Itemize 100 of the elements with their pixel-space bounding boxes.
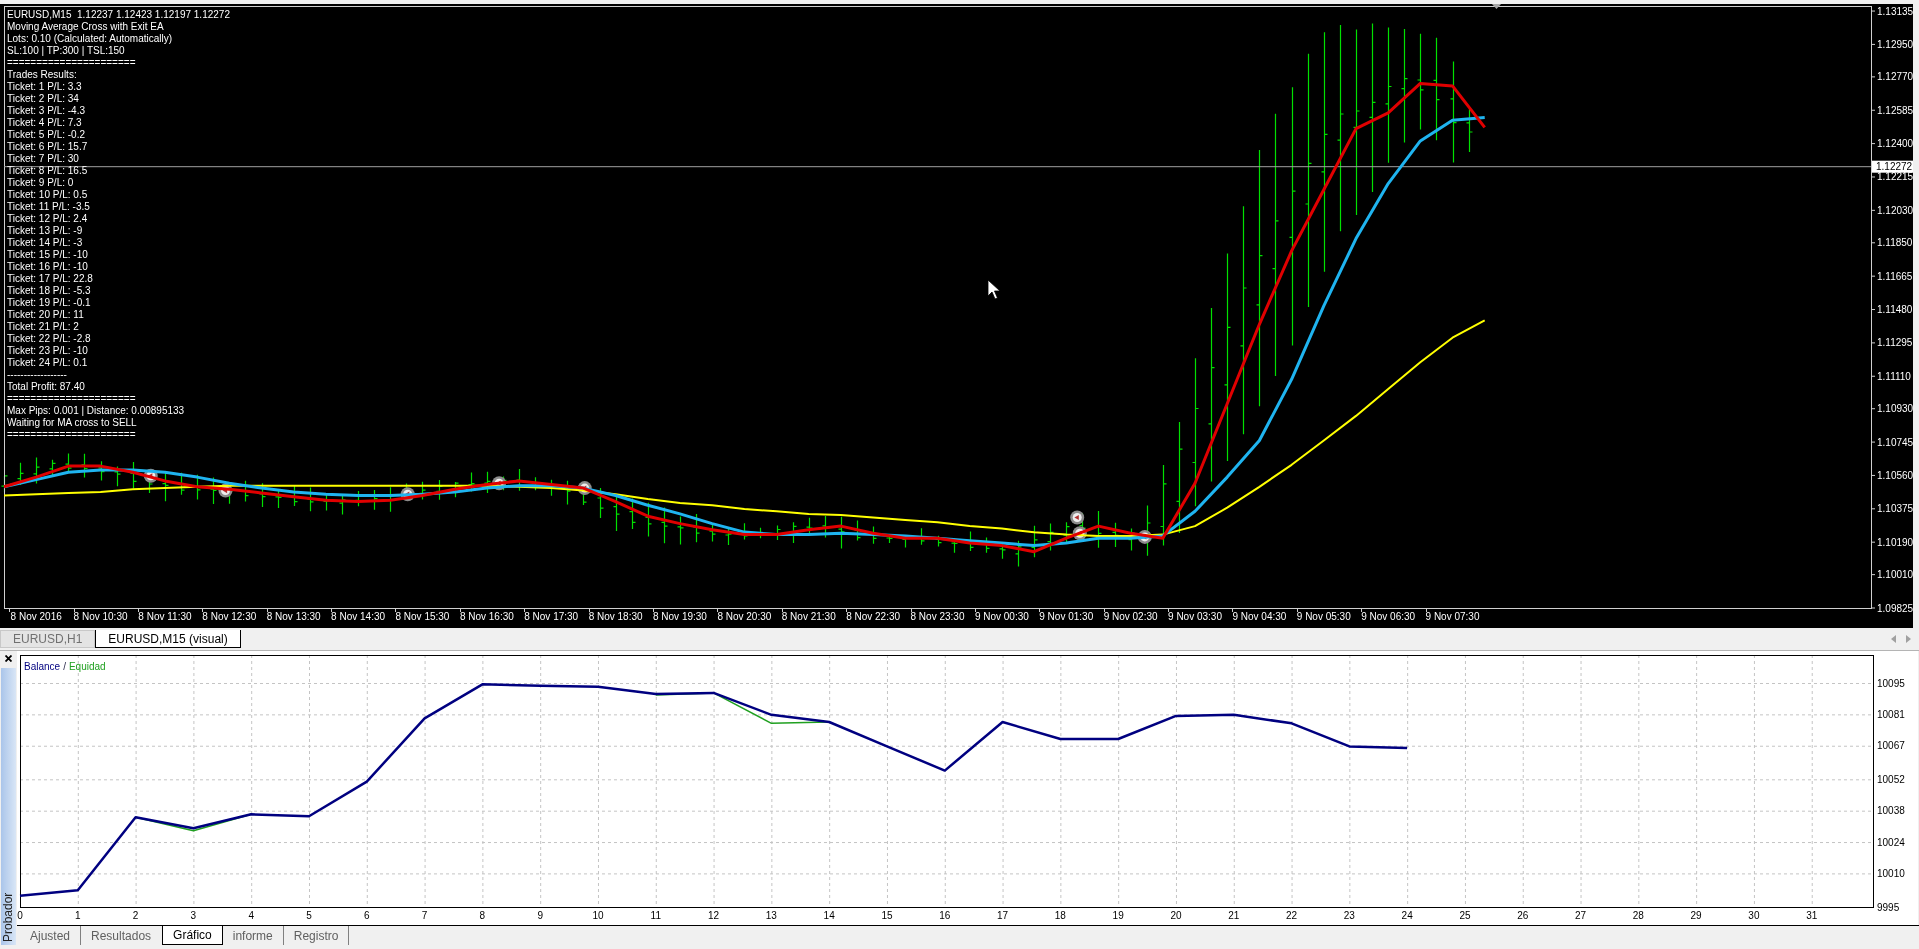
info-line: Moving Average Cross with Exit EA [7,21,164,33]
tester-tab[interactable]: informe [222,926,284,945]
x-axis-label: 6 [364,910,370,921]
triangle-marker-icon[interactable] [1492,4,1501,9]
price-axis-label: 1.10560 [1877,469,1913,481]
time-axis-label: 8 Nov 17:30 [524,611,579,622]
trade-marker-icon [400,487,415,502]
info-line: Waiting for MA cross to SELL [7,417,137,429]
price-axis-label: 1.11850 [1877,237,1913,249]
info-line: Ticket: 23 P/L: -10 [7,345,88,357]
x-axis-label: 22 [1286,910,1298,921]
current-price-label: 1.12272 [1872,160,1913,173]
price-axis-label: 1.10745 [1877,436,1913,448]
x-axis-label: 19 [1112,910,1124,921]
price-axis-label: 1.11665 [1877,270,1913,282]
info-line: ====================== [7,57,136,69]
info-line: Ticket: 2 P/L: 34 [7,93,79,105]
time-axis-label: 8 Nov 14:30 [331,611,386,622]
time-axis-label: 8 Nov 19:30 [653,611,707,622]
y-axis-label: 10010 [1877,867,1905,879]
time-axis-label: 8 Nov 22:30 [846,611,901,622]
x-axis-label: 10 [592,910,604,921]
tester-tab[interactable]: Ajusted [20,926,82,945]
tester-tab[interactable]: Resultados [81,926,163,945]
info-line: Ticket: 5 P/L: -0.2 [7,129,85,141]
x-axis-label: 1 [75,910,81,921]
trade-marker-icon [1070,510,1085,525]
x-axis-label: 26 [1517,910,1529,921]
y-axis-label: 10095 [1877,677,1905,689]
trade-marker-icon [218,483,233,498]
info-line: Trades Results: [7,69,77,81]
x-axis-label: 4 [248,910,254,921]
price-axis-label: 1.12400 [1877,138,1913,150]
info-line: Ticket: 15 P/L: -10 [7,249,88,261]
tester-tab[interactable]: Registro [283,926,350,945]
price-axis-label: 1.12585 [1877,104,1913,116]
price-axis-label: 1.09825 [1877,602,1913,614]
price-axis-label: 1.12770 [1877,71,1913,83]
time-axis-label: 9 Nov 07:30 [1425,611,1480,622]
info-line: Ticket: 22 P/L: -2.8 [7,333,91,345]
time-axis-label: 9 Nov 00:30 [974,611,1029,622]
time-axis-label: 9 Nov 03:30 [1168,611,1222,622]
y-axis-label: 10024 [1877,836,1905,848]
x-axis-label: 21 [1228,910,1240,921]
trade-marker-icon [1072,526,1087,541]
tester-side-tab[interactable]: Probador [1,668,16,945]
chart-tab[interactable]: EURUSD,M15 (visual) [95,630,241,648]
price-axis-label: 1.11295 [1877,337,1913,349]
info-line: Ticket: 9 P/L: 0 [7,177,74,189]
x-axis-label: 7 [421,910,428,921]
tester-tab[interactable]: Gráfico [162,926,223,945]
x-axis-label: 25 [1459,910,1471,921]
info-line: Ticket: 16 P/L: -10 [7,261,88,273]
trade-marker-icon [577,481,592,496]
x-axis-label: 23 [1343,910,1355,921]
info-line: Ticket: 8 P/L: 16.5 [7,165,88,177]
y-axis-label: 10081 [1877,708,1905,720]
info-line: Ticket: 17 P/L: 22.8 [7,273,93,285]
time-axis-label: 8 Nov 23:30 [910,611,965,622]
info-line: Ticket: 21 P/L: 2 [7,321,79,333]
time-axis-label: 8 Nov 2016 [10,611,62,622]
y-axis-label: 10067 [1877,740,1905,752]
x-axis-label: 17 [997,910,1009,921]
x-axis-label: 31 [1806,910,1818,921]
time-axis-label: 8 Nov 18:30 [588,611,643,622]
x-axis-label: 15 [881,910,893,921]
info-line: Ticket: 11 P/L: -3.5 [7,201,90,213]
time-axis-label: 9 Nov 04:30 [1232,611,1287,622]
info-line: SL:100 | TP:300 | TSL:150 [7,45,125,57]
x-axis-label: 14 [823,910,835,921]
close-icon[interactable] [5,655,12,662]
info-line: ------------------ [7,369,67,381]
price-axis-label: 1.12030 [1877,204,1913,216]
info-line: Lots: 0.10 (Calculated: Automatically) [7,33,173,45]
x-axis-label: 13 [765,910,777,921]
y-axis-label: 10038 [1877,805,1905,817]
time-axis-label: 8 Nov 10:30 [73,611,128,622]
time-axis-label: 8 Nov 15:30 [395,611,450,622]
x-axis-label: 9 [537,910,543,921]
time-axis-label: 8 Nov 20:30 [717,611,772,622]
legend-separator: / [63,661,66,673]
info-line: Ticket: 14 P/L: -3 [7,237,83,249]
info-line: EURUSD,M15 1.12237 1.12423 1.12197 1.12272 [7,9,230,21]
x-axis-label: 2 [132,910,139,921]
info-line: Ticket: 10 P/L: 0.5 [7,189,88,201]
x-axis-label: 20 [1170,910,1182,921]
x-axis-label: 12 [708,910,720,921]
x-axis-label: 16 [939,910,951,921]
price-axis-label: 1.10375 [1877,503,1913,515]
time-axis-label: 8 Nov 11:30 [138,611,192,622]
chart-tab[interactable]: EURUSD,H1 [0,630,96,648]
legend-label: Balance [24,661,61,673]
info-line: Ticket: 6 P/L: 15.7 [7,141,88,153]
x-axis-label: 24 [1401,910,1413,921]
x-axis-label: 0 [17,910,23,921]
price-axis-label: 1.10190 [1877,536,1913,548]
info-line: Ticket: 7 P/L: 30 [7,153,79,165]
info-line: Ticket: 12 P/L: 2.4 [7,213,88,225]
time-axis-label: 9 Nov 05:30 [1296,611,1351,622]
time-axis-label: 9 Nov 06:30 [1361,611,1416,622]
